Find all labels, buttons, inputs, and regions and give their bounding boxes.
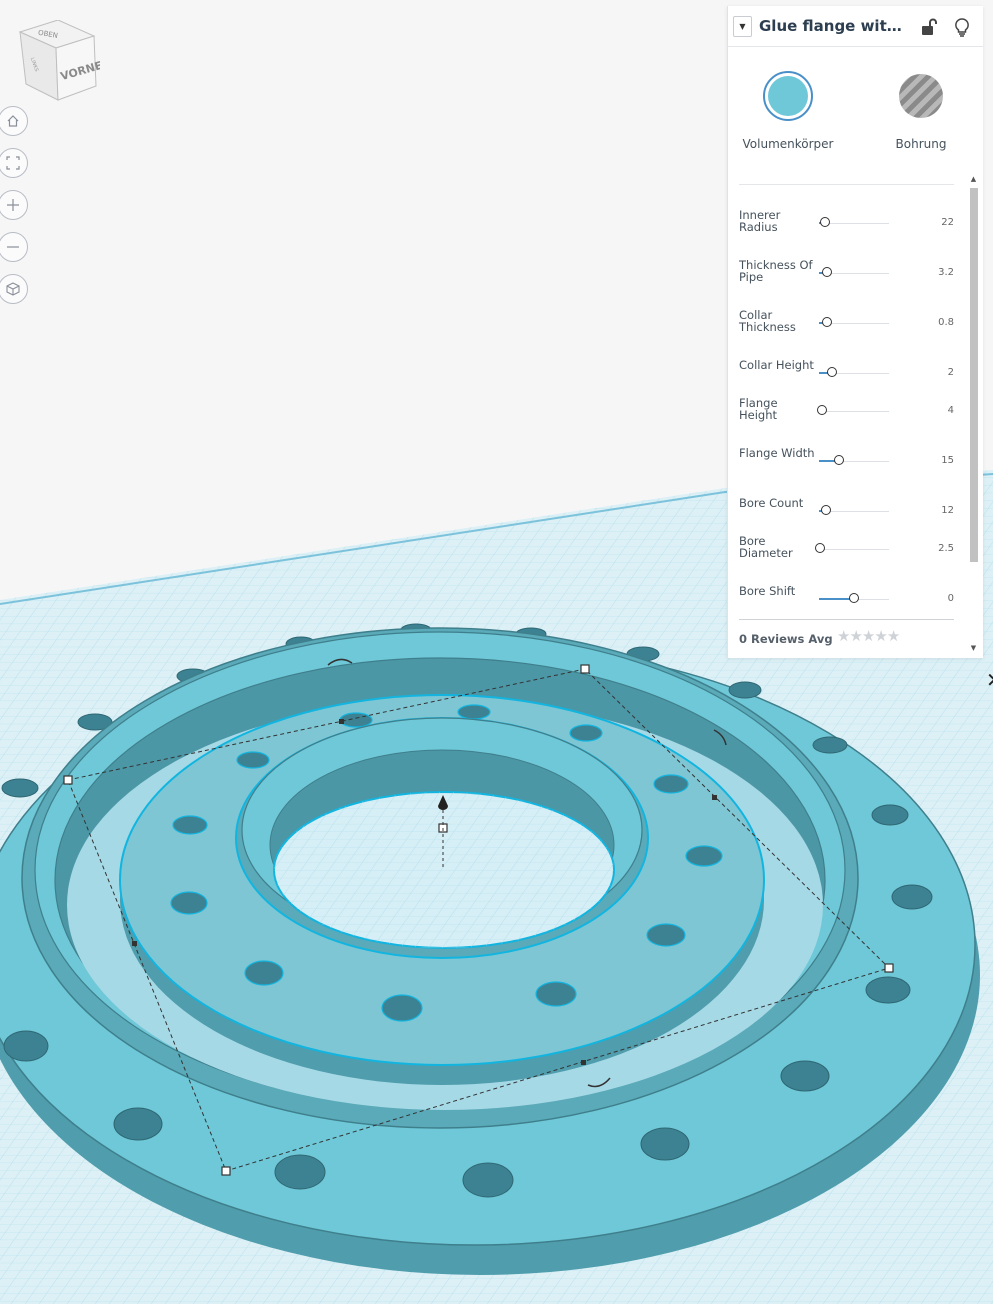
param-slider-knob[interactable] (815, 543, 826, 553)
param-slider[interactable] (819, 505, 889, 515)
star-icon[interactable]: ★ (849, 627, 862, 645)
perspective-cube-icon (6, 282, 20, 296)
param-label: Collar Thickness (739, 308, 796, 334)
param-slider[interactable] (819, 593, 889, 603)
reviews-section: 0 Reviews Avg ★★★★★ (739, 619, 954, 648)
param-slider[interactable] (815, 543, 889, 553)
pipe-hole-grid (274, 792, 614, 948)
star-icon[interactable]: ★ (887, 627, 900, 645)
param-value[interactable]: 0.8 (924, 317, 954, 328)
param-row: Flange Height 4 (739, 393, 954, 433)
collapse-dropdown-button[interactable]: ▼ (733, 16, 752, 37)
star-icon[interactable]: ★ (874, 627, 887, 645)
solid-option[interactable]: Volumenkörper (738, 71, 838, 151)
hole-swatch (899, 74, 943, 118)
param-slider[interactable] (819, 267, 889, 277)
rating-stars[interactable]: ★★★★★ (837, 627, 900, 645)
param-label: Flange Height (739, 396, 778, 422)
param-label: Bore Diameter (739, 534, 793, 560)
home-icon (7, 115, 19, 127)
param-slider-knob[interactable] (822, 267, 833, 277)
param-value[interactable]: 4 (924, 405, 954, 416)
panel-scrollbar[interactable] (970, 188, 978, 562)
reviews-label: 0 Reviews Avg (739, 632, 833, 646)
solid-swatch (768, 76, 808, 116)
param-row: Bore Shift 0 (739, 581, 954, 621)
scroll-down-icon[interactable]: ▼ (968, 643, 979, 653)
hole-label: Bohrung (895, 137, 947, 151)
param-value[interactable]: 15 (924, 455, 954, 466)
param-slider[interactable] (819, 367, 889, 377)
param-label: Thickness Of Pipe (739, 258, 813, 284)
star-icon[interactable]: ★ (837, 627, 850, 645)
param-value[interactable]: 22 (924, 217, 954, 228)
parameter-list: Innerer Radius 22 Thickness Of Pipe 3.2 Coll… (739, 184, 954, 604)
param-row: Collar Height 2 (739, 355, 954, 395)
scroll-up-icon[interactable]: ▲ (968, 174, 979, 184)
param-value[interactable]: 2.5 (924, 543, 954, 554)
param-value[interactable]: 2 (924, 367, 954, 378)
shape-inspector-panel: ▼ Glue flange with bo... Volumenkörper B… (727, 6, 983, 658)
param-slider-knob[interactable] (826, 367, 837, 377)
param-slider-knob[interactable] (819, 217, 830, 227)
lightbulb-icon[interactable] (952, 17, 972, 37)
panel-header: ▼ Glue flange with bo... (728, 6, 983, 47)
param-slider-knob[interactable] (833, 455, 844, 465)
hole-option[interactable]: Bohrung (871, 71, 971, 151)
param-slider-knob[interactable] (821, 505, 831, 515)
param-row: Bore Count 12 (739, 493, 954, 533)
param-label: Collar Height (739, 358, 814, 372)
param-label: Flange Width (739, 446, 815, 460)
unlock-icon[interactable] (918, 17, 938, 37)
shape-name[interactable]: Glue flange with bo... (759, 17, 911, 35)
solid-label: Volumenkörper (742, 137, 834, 151)
star-icon[interactable]: ★ (862, 627, 875, 645)
param-row: Collar Thickness 0.8 (739, 305, 954, 345)
zoom-out-icon (7, 246, 19, 248)
zoom-in-icon (7, 199, 19, 211)
param-slider[interactable] (819, 455, 889, 465)
param-slider[interactable] (819, 317, 889, 327)
fit-view-icon (6, 156, 20, 170)
param-row: Innerer Radius 22 (739, 205, 954, 245)
chevron-down-icon: ▼ (739, 22, 746, 31)
param-label: Bore Shift (739, 584, 796, 598)
param-value[interactable]: 3.2 (924, 267, 954, 278)
param-value[interactable]: 0 (924, 593, 954, 604)
param-row: Flange Width 15 (739, 443, 954, 483)
param-row: Bore Diameter 2.5 (739, 531, 954, 571)
param-label: Bore Count (739, 496, 804, 510)
param-slider[interactable] (819, 217, 889, 227)
param-slider-knob[interactable] (849, 593, 859, 603)
param-label: Innerer Radius (739, 208, 781, 234)
param-slider[interactable] (816, 405, 889, 415)
param-slider-knob[interactable] (816, 405, 827, 415)
param-slider-knob[interactable] (822, 317, 833, 327)
view-cube[interactable]: OBEN LINKS VORNE (16, 20, 100, 108)
param-row: Thickness Of Pipe 3.2 (739, 255, 954, 295)
close-icon[interactable]: ✕ (986, 668, 993, 692)
param-value[interactable]: 12 (924, 505, 954, 516)
